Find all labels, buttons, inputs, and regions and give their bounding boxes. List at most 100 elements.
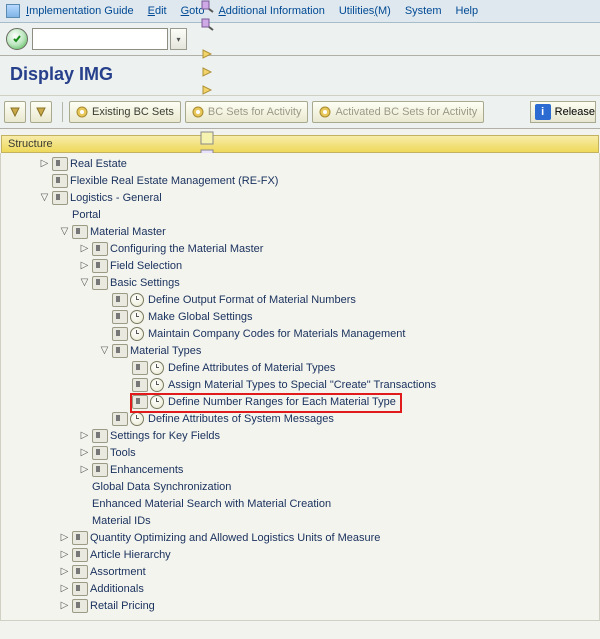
tree-node[interactable]: ▷Field Selection xyxy=(1,257,599,274)
img-activity-icon[interactable] xyxy=(72,531,88,545)
tree-node[interactable]: ▷Settings for Key Fields xyxy=(1,427,599,444)
node-label: Define Number Ranges for Each Material T… xyxy=(168,396,396,408)
img-activity-icon[interactable] xyxy=(72,548,88,562)
collapse-icon[interactable]: ▽ xyxy=(39,192,50,203)
execute-icon[interactable] xyxy=(130,310,144,324)
command-field[interactable] xyxy=(32,28,168,50)
img-activity-icon[interactable] xyxy=(112,412,128,426)
tree-node[interactable]: Define Number Ranges for Each Material T… xyxy=(1,393,599,410)
tree-node[interactable]: Global Data Synchronization xyxy=(1,478,599,495)
expand-icon[interactable]: ▷ xyxy=(79,464,90,475)
collapse-icon[interactable]: ▽ xyxy=(59,226,70,237)
img-activity-icon[interactable] xyxy=(72,599,88,613)
enter-button[interactable] xyxy=(6,28,28,50)
expand-icon[interactable]: ▷ xyxy=(59,549,70,560)
tree-node[interactable]: Define Attributes of Material Types xyxy=(1,359,599,376)
layout-icon[interactable] xyxy=(198,129,216,147)
execute-icon[interactable] xyxy=(130,293,144,307)
execute-icon[interactable] xyxy=(130,412,144,426)
img-activity-icon[interactable] xyxy=(132,361,148,375)
expand-icon[interactable]: ▷ xyxy=(79,430,90,441)
node-label: Enhanced Material Search with Material C… xyxy=(92,498,331,510)
img-activity-icon[interactable] xyxy=(52,157,68,171)
collapse-icon[interactable]: ▽ xyxy=(99,345,110,356)
expand-icon[interactable]: ▷ xyxy=(59,566,70,577)
tree-node[interactable]: ▽Material Types xyxy=(1,342,599,359)
execute-icon[interactable] xyxy=(150,378,164,392)
release-notes-button[interactable]: iRelease xyxy=(530,101,596,123)
expand-icon[interactable]: ▷ xyxy=(59,583,70,594)
tree-node[interactable]: Maintain Company Codes for Materials Man… xyxy=(1,325,599,342)
img-activity-icon[interactable] xyxy=(92,259,108,273)
next-icon[interactable] xyxy=(198,81,216,99)
expand-icon[interactable]: ▷ xyxy=(59,532,70,543)
tree-node[interactable]: Assign Material Types to Special "Create… xyxy=(1,376,599,393)
img-activity-icon[interactable] xyxy=(112,327,128,341)
expand-icon[interactable]: ▷ xyxy=(59,600,70,611)
img-activity-icon[interactable] xyxy=(72,565,88,579)
img-activity-icon[interactable] xyxy=(112,310,128,324)
tree-node[interactable]: ▽Material Master xyxy=(1,223,599,240)
tree-node[interactable]: ▷ Tools xyxy=(1,444,599,461)
tree-node[interactable]: ▷Retail Pricing xyxy=(1,597,599,614)
tree-node[interactable]: ▷Additionals xyxy=(1,580,599,597)
img-activity-icon[interactable] xyxy=(52,174,68,188)
prev-icon[interactable] xyxy=(198,63,216,81)
img-activity-icon[interactable] xyxy=(52,191,68,205)
img-activity-icon[interactable] xyxy=(132,395,148,409)
menu-additional-information[interactable]: Additional Information xyxy=(218,5,324,17)
tree-node[interactable]: ▽Basic Settings xyxy=(1,274,599,291)
img-activity-icon[interactable] xyxy=(112,293,128,307)
tree-node[interactable]: Flexible Real Estate Management (RE-FX) xyxy=(1,172,599,189)
node-label: Flexible Real Estate Management (RE-FX) xyxy=(70,175,278,187)
tree-node[interactable]: Define Output Format of Material Numbers xyxy=(1,291,599,308)
tree-node[interactable]: Portal xyxy=(1,206,599,223)
img-activity-icon[interactable] xyxy=(72,582,88,596)
tree-node[interactable]: ▷Configuring the Material Master xyxy=(1,240,599,257)
tree-node[interactable]: ▷Assortment xyxy=(1,563,599,580)
first-icon[interactable] xyxy=(198,45,216,63)
menu-help[interactable]: Help xyxy=(456,5,479,17)
menu-utilities-m-[interactable]: Utilities(M) xyxy=(339,5,391,17)
tree-node[interactable]: Make Global Settings xyxy=(1,308,599,325)
menu-system[interactable]: System xyxy=(405,5,442,17)
img-activity-icon[interactable] xyxy=(92,276,108,290)
menu-edit[interactable]: Edit xyxy=(148,5,167,17)
command-dropdown[interactable]: ▾ xyxy=(170,28,187,50)
collapse-subtree-button[interactable] xyxy=(30,101,52,123)
find-next-icon[interactable] xyxy=(198,15,216,33)
tree-node[interactable]: ▷Real Estate xyxy=(1,155,599,172)
img-activity-icon[interactable] xyxy=(132,378,148,392)
bcset-icon xyxy=(319,106,331,118)
standard-toolbar: ▾ ? xyxy=(0,23,600,56)
img-activity-icon[interactable] xyxy=(92,242,108,256)
tree-node[interactable]: Material IDs xyxy=(1,512,599,529)
tree-node[interactable]: ▷Quantity Optimizing and Allowed Logisti… xyxy=(1,529,599,546)
menu-bar: Implementation GuideEditGotoAdditional I… xyxy=(0,0,600,23)
execute-icon[interactable] xyxy=(130,327,144,341)
expand-icon[interactable]: ▷ xyxy=(39,158,50,169)
expand-icon[interactable]: ▷ xyxy=(79,447,90,458)
activated-bc-sets-for-activity-button: Activated BC Sets for Activity xyxy=(312,101,484,123)
page-title: Display IMG xyxy=(10,64,113,84)
execute-icon[interactable] xyxy=(150,395,164,409)
collapse-icon[interactable]: ▽ xyxy=(79,277,90,288)
existing-bc-sets-button[interactable]: Existing BC Sets xyxy=(69,101,181,123)
node-label: Tools xyxy=(110,447,136,459)
img-activity-icon[interactable] xyxy=(92,463,108,477)
img-activity-icon[interactable] xyxy=(92,429,108,443)
tree-node[interactable]: ▽Logistics - General xyxy=(1,189,599,206)
img-activity-icon[interactable] xyxy=(72,225,88,239)
img-activity-icon[interactable] xyxy=(92,446,108,460)
tree-node[interactable]: ▷Enhancements xyxy=(1,461,599,478)
menu-implementation-guide[interactable]: Implementation Guide xyxy=(26,5,134,17)
expand-icon[interactable]: ▷ xyxy=(79,260,90,271)
execute-icon[interactable] xyxy=(150,361,164,375)
tree-node[interactable]: ▷Article Hierarchy xyxy=(1,546,599,563)
expand-icon[interactable]: ▷ xyxy=(79,243,90,254)
find-icon[interactable] xyxy=(198,0,216,15)
img-activity-icon[interactable] xyxy=(112,344,128,358)
tree-node[interactable]: Define Attributes of System Messages xyxy=(1,410,599,427)
tree-node[interactable]: Enhanced Material Search with Material C… xyxy=(1,495,599,512)
expand-subtree-button[interactable] xyxy=(4,101,26,123)
